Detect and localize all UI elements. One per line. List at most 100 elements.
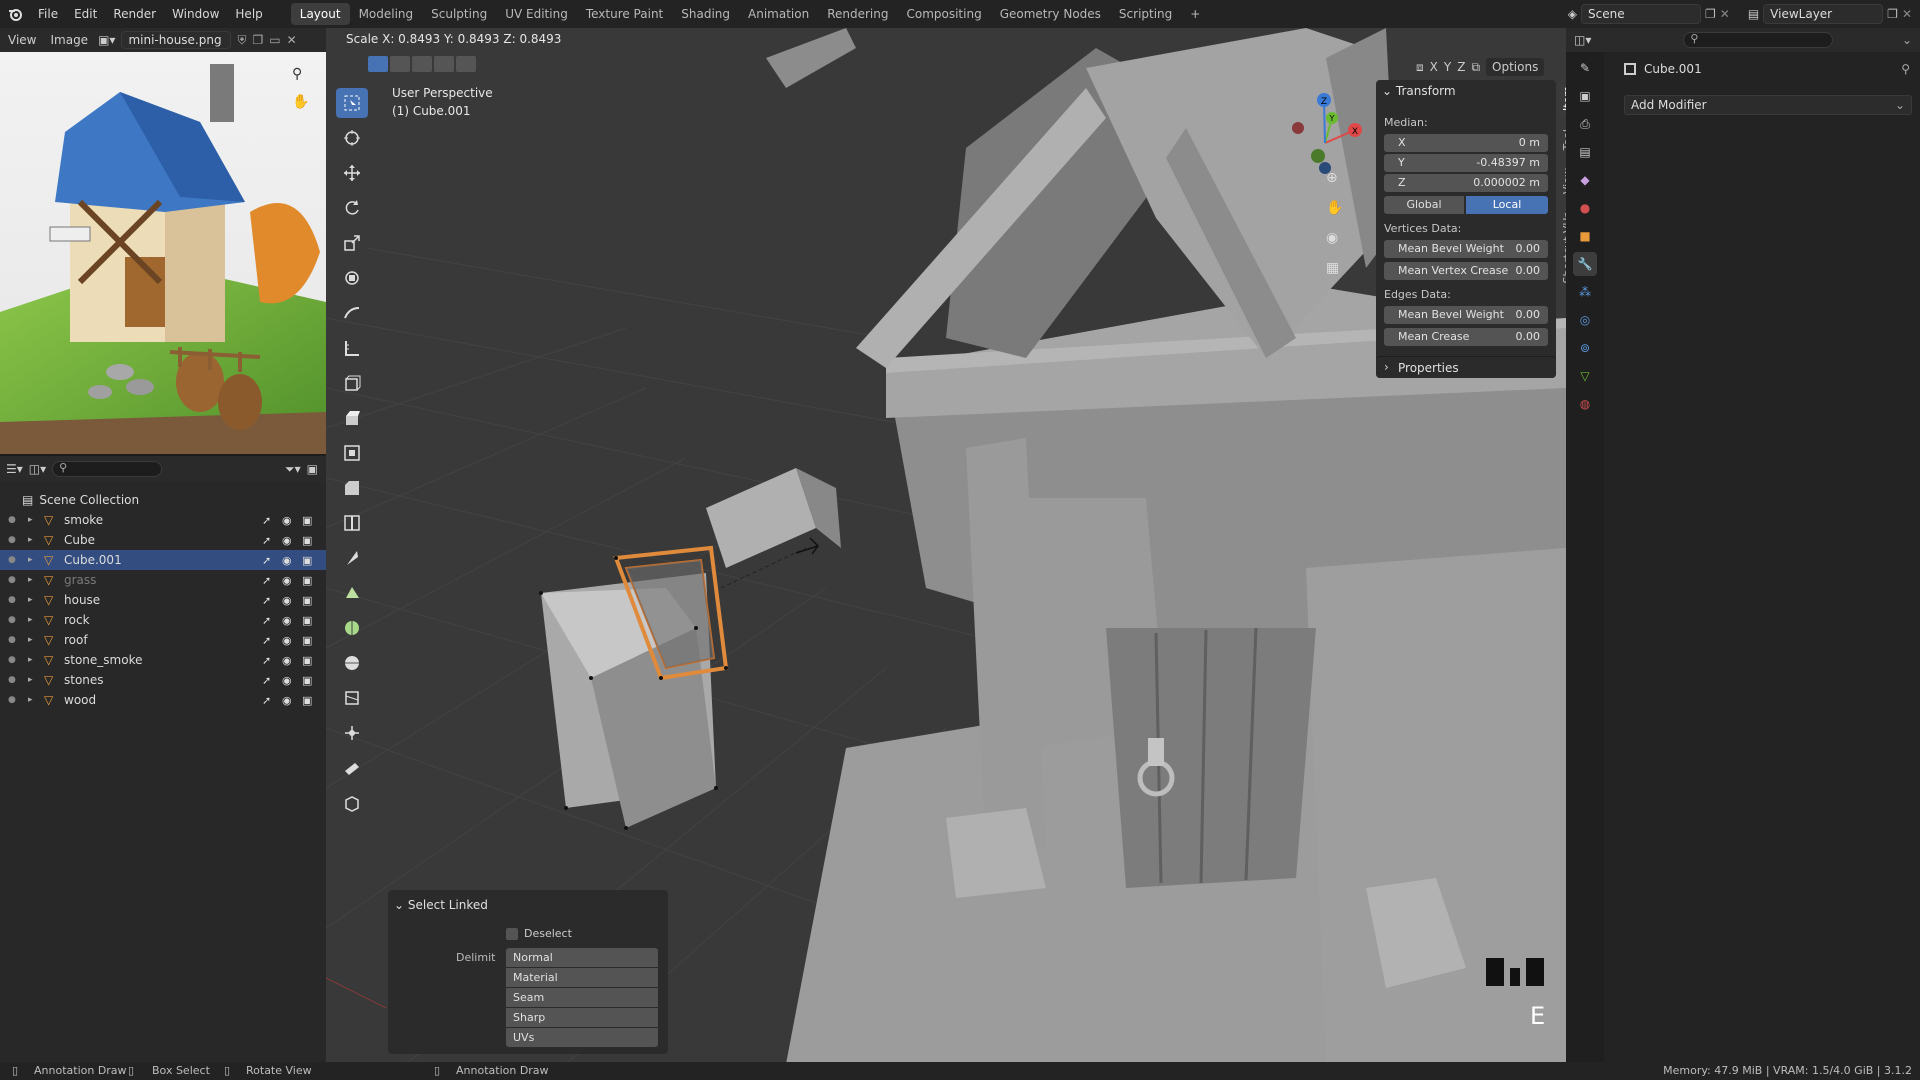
view-layer-field[interactable]: ViewLayer xyxy=(1763,4,1884,24)
tab-animation[interactable]: Animation xyxy=(739,3,818,25)
expand-arrow-icon[interactable]: ▸ xyxy=(28,675,33,685)
rotate-tool-icon[interactable] xyxy=(336,193,368,223)
tab-modeling[interactable]: Modeling xyxy=(350,3,423,25)
render-camera-icon[interactable]: ▣ xyxy=(302,534,312,547)
deselect-checkbox[interactable]: Deselect xyxy=(506,927,572,940)
measure-tool-icon[interactable] xyxy=(336,333,368,363)
editor-type-icon[interactable]: ◫▾ xyxy=(1574,33,1591,47)
shear-tool-icon[interactable] xyxy=(336,753,368,783)
median-y-field[interactable]: Y -0.48397 m xyxy=(1384,154,1548,172)
tab-geometry-nodes[interactable]: Geometry Nodes xyxy=(991,3,1110,25)
delimit-normal[interactable]: Normal xyxy=(506,948,658,967)
delimit-uvs[interactable]: UVs xyxy=(506,1028,658,1047)
transform-header[interactable]: ⌄ Transform xyxy=(1382,84,1456,98)
tab-layout[interactable]: Layout xyxy=(290,3,350,25)
tab-compositing[interactable]: Compositing xyxy=(897,3,990,25)
transform-tool-icon[interactable] xyxy=(336,263,368,293)
display-mode-icon[interactable]: ◫▾ xyxy=(29,462,46,476)
select-box-tool-icon[interactable] xyxy=(336,88,368,118)
render-camera-icon[interactable]: ▣ xyxy=(302,514,312,527)
render-camera-icon[interactable]: ▣ xyxy=(302,554,312,567)
add-cube-tool-icon[interactable] xyxy=(336,368,368,398)
image-name-field[interactable]: mini-house.png xyxy=(121,31,232,49)
new-collection-icon[interactable]: ▣ xyxy=(307,462,318,476)
global-button[interactable]: Global xyxy=(1384,196,1464,214)
expand-arrow-icon[interactable]: ▸ xyxy=(28,695,33,705)
new-image-icon[interactable]: ❐ xyxy=(252,33,263,47)
chevron-down-icon[interactable]: ⌄ xyxy=(1902,33,1912,47)
menu-file[interactable]: File xyxy=(30,0,66,28)
view-layer-properties-icon[interactable]: ▤ xyxy=(1573,140,1597,164)
scene-properties-icon[interactable]: ◆ xyxy=(1573,168,1597,192)
mirror-x-toggle[interactable]: X xyxy=(1430,60,1438,74)
select-mode-buttons[interactable] xyxy=(368,56,476,72)
expand-arrow-icon[interactable]: ▸ xyxy=(28,535,33,545)
view-layer-selector[interactable]: ▤ ViewLayer ❐ ✕ xyxy=(1748,4,1912,24)
modifier-properties-icon[interactable]: 🔧 xyxy=(1573,252,1597,276)
physics-properties-icon[interactable]: ◎ xyxy=(1573,308,1597,332)
scene-selector[interactable]: ◈ Scene ❐ ✕ xyxy=(1568,4,1730,24)
constraints-properties-icon[interactable]: ⊚ xyxy=(1573,336,1597,360)
particles-properties-icon[interactable]: ⁂ xyxy=(1573,280,1597,304)
ortho-toggle-icon[interactable]: ▦ xyxy=(1326,260,1339,276)
selectable-arrow-icon[interactable]: ➚ xyxy=(262,594,271,607)
visibility-eye-icon[interactable]: ◉ xyxy=(282,634,292,647)
object-properties-icon[interactable]: ■ xyxy=(1573,224,1597,248)
image-menu-image[interactable]: Image xyxy=(46,33,92,47)
knife-tool-icon[interactable] xyxy=(336,543,368,573)
add-workspace-button[interactable]: + xyxy=(1181,3,1209,25)
visibility-eye-icon[interactable]: ◉ xyxy=(282,594,292,607)
select-subtract-icon[interactable] xyxy=(412,56,432,72)
outliner-item-cube[interactable]: ● ▸ ▽ Cube ➚ ◉ ▣ xyxy=(0,530,326,550)
outliner-item-house[interactable]: ● ▸ ▽ house ➚ ◉ ▣ xyxy=(0,590,326,610)
local-button[interactable]: Local xyxy=(1466,196,1548,214)
menu-edit[interactable]: Edit xyxy=(66,0,105,28)
edge-slide-tool-icon[interactable] xyxy=(336,683,368,713)
render-camera-icon[interactable]: ▣ xyxy=(302,614,312,627)
cursor-tool-icon[interactable] xyxy=(336,123,368,153)
tab-sculpting[interactable]: Sculpting xyxy=(422,3,496,25)
delimit-material[interactable]: Material xyxy=(506,968,658,987)
move-tool-icon[interactable] xyxy=(336,158,368,188)
mean-crease-field[interactable]: Mean Crease 0.00 xyxy=(1384,328,1548,346)
tab-scripting[interactable]: Scripting xyxy=(1110,3,1181,25)
menu-window[interactable]: Window xyxy=(164,0,227,28)
expand-arrow-icon[interactable]: ▸ xyxy=(28,635,33,645)
select-extend-icon[interactable] xyxy=(390,56,410,72)
select-invert-icon[interactable] xyxy=(434,56,454,72)
selectable-arrow-icon[interactable]: ➚ xyxy=(262,634,271,647)
scale-tool-icon[interactable] xyxy=(336,228,368,258)
auto-merge-icon[interactable]: ⧉ xyxy=(1471,60,1480,75)
render-camera-icon[interactable]: ▣ xyxy=(302,694,312,707)
zoom-view-icon[interactable]: ⊕ xyxy=(1326,170,1338,186)
expand-arrow-icon[interactable]: ▸ xyxy=(28,575,33,585)
menu-render[interactable]: Render xyxy=(105,0,164,28)
scene-name-field[interactable]: Scene xyxy=(1581,4,1701,24)
expand-arrow-icon[interactable]: ▸ xyxy=(28,595,33,605)
visibility-eye-icon[interactable]: ◉ xyxy=(282,514,292,527)
tab-shading[interactable]: Shading xyxy=(672,3,739,25)
select-new-icon[interactable] xyxy=(368,56,388,72)
outliner-scene-collection[interactable]: ▤ Scene Collection xyxy=(0,490,326,510)
open-image-icon[interactable]: ▭ xyxy=(269,33,280,47)
world-properties-icon[interactable]: ● xyxy=(1573,196,1597,220)
expand-arrow-icon[interactable]: ▸ xyxy=(28,655,33,665)
mean-bevel-weight-edge-field[interactable]: Mean Bevel Weight 0.00 xyxy=(1384,306,1548,324)
render-camera-icon[interactable]: ▣ xyxy=(302,594,312,607)
camera-view-icon[interactable]: ◉ xyxy=(1326,230,1338,246)
render-camera-icon[interactable]: ▣ xyxy=(302,634,312,647)
delete-view-layer-icon[interactable]: ✕ xyxy=(1902,7,1912,21)
selectable-arrow-icon[interactable]: ➚ xyxy=(262,614,271,627)
shrink-fatten-tool-icon[interactable] xyxy=(336,718,368,748)
tab-uv-editing[interactable]: UV Editing xyxy=(496,3,577,25)
render-camera-icon[interactable]: ▣ xyxy=(302,574,312,587)
delete-scene-icon[interactable]: ✕ xyxy=(1720,7,1730,21)
outliner-item-stones[interactable]: ● ▸ ▽ stones ➚ ◉ ▣ xyxy=(0,670,326,690)
outliner-item-grass[interactable]: ● ▸ ▽ grass ➚ ◉ ▣ xyxy=(0,570,326,590)
annotate-tool-icon[interactable] xyxy=(336,298,368,328)
visibility-eye-icon[interactable]: ◉ xyxy=(282,534,292,547)
mean-bevel-weight-vertex-field[interactable]: Mean Bevel Weight 0.00 xyxy=(1384,240,1548,258)
expand-arrow-icon[interactable]: ▸ xyxy=(28,615,33,625)
tab-texture-paint[interactable]: Texture Paint xyxy=(577,3,672,25)
image-menu-view[interactable]: View xyxy=(4,33,40,47)
